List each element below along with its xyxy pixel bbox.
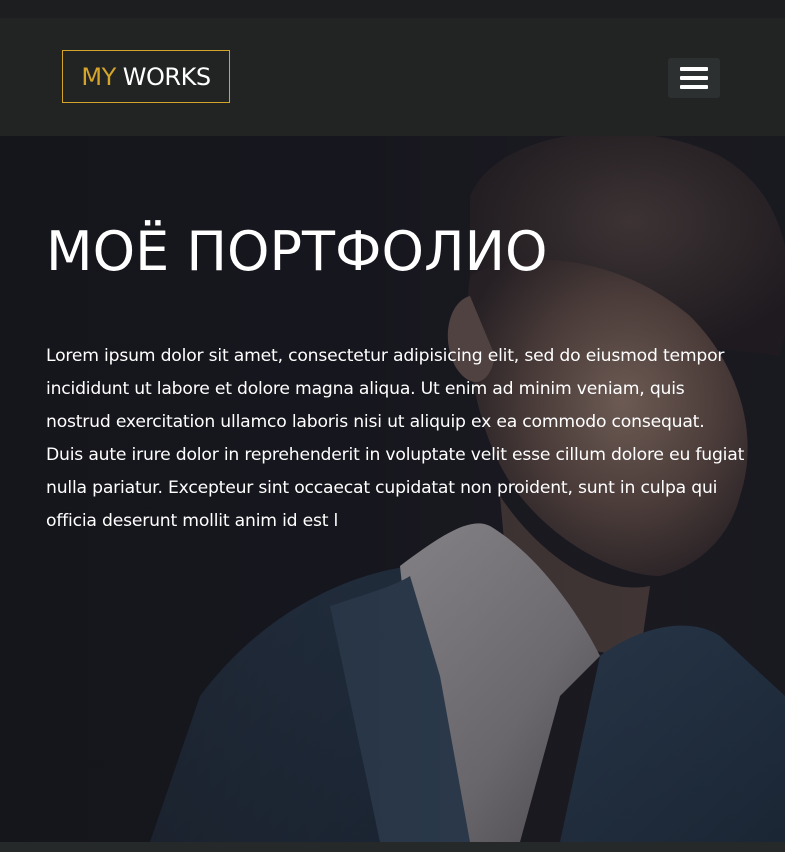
logo-prefix: MY: [81, 62, 116, 91]
hero-description: Lorem ipsum dolor sit amet, consectetur …: [46, 346, 745, 531]
logo-name: WORKS: [122, 62, 211, 91]
site-header: MY WORKS: [0, 18, 785, 136]
site-logo[interactable]: MY WORKS: [62, 50, 230, 103]
top-strip: [0, 0, 785, 18]
hamburger-menu-icon: [680, 67, 708, 89]
hero-section: МОЁ ПОРТФОЛИО Lorem ipsum dolor sit amet…: [0, 136, 785, 842]
bottom-strip: [0, 842, 785, 852]
menu-toggle-button[interactable]: [668, 58, 720, 98]
page-title: МОЁ ПОРТФОЛИО: [46, 220, 548, 283]
